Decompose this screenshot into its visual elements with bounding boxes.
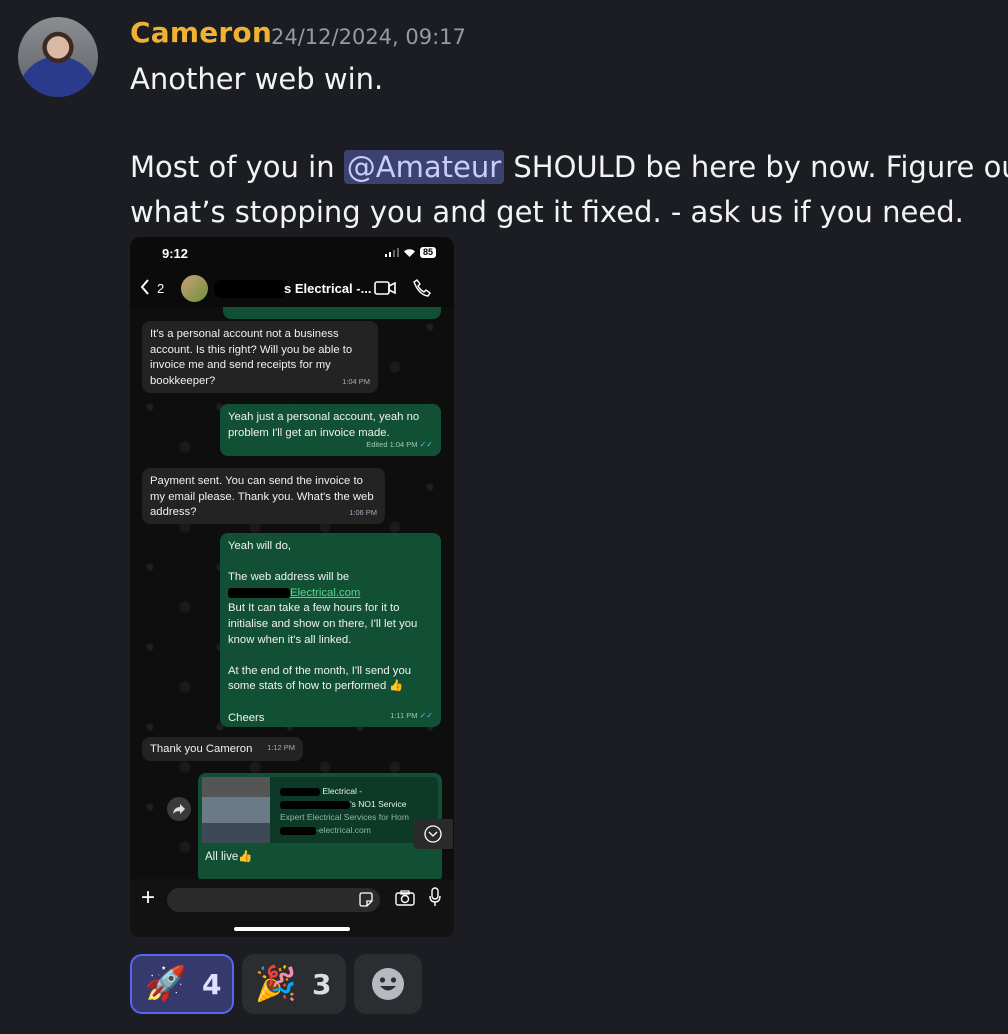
message-text: It's a personal account not a business a… — [150, 328, 353, 387]
message-time: 1:11 PM — [390, 711, 418, 721]
chat-input-bar: + — [130, 879, 454, 937]
plus-icon[interactable]: + — [141, 884, 155, 912]
message-line-1: Another web win. — [130, 62, 384, 96]
message-text: But It can take a few hours for it to in… — [228, 602, 418, 646]
message-time: Edited 1:04 PM — [366, 440, 418, 450]
user-avatar[interactable] — [18, 17, 98, 97]
message-text: SHOULD be here by now. Figure out — [504, 150, 1008, 184]
read-ticks-icon: ✓✓ — [419, 440, 433, 450]
chat-header: 2 s Electrical -... — [130, 271, 454, 307]
message-text: Payment sent. You can send the invoice t… — [150, 475, 374, 519]
link-preview-card[interactable]: Electrical - 's NO1 Service Expert Elect… — [202, 777, 438, 843]
website-link[interactable]: Electrical.com — [228, 587, 360, 599]
message-bubble-partial — [223, 307, 441, 319]
chevron-down-icon — [424, 825, 442, 843]
message-bubble-outgoing[interactable]: Yeah just a personal account, yeah no pr… — [220, 404, 441, 456]
redaction-mark — [280, 826, 316, 835]
message-line-2: Most of you in @Amateur SHOULD be here b… — [130, 150, 1008, 184]
reaction-party-popper[interactable]: 🎉 3 — [242, 954, 346, 1014]
attached-screenshot[interactable]: 9:12 85 2 s Electrical -... It's a perso… — [130, 237, 454, 937]
link-preview-bubble[interactable]: Electrical - 's NO1 Service Expert Elect… — [198, 773, 442, 879]
message-text: Most of you in — [130, 150, 344, 184]
microphone-icon[interactable] — [429, 887, 441, 907]
message-timestamp: 24/12/2024, 09:17 — [271, 25, 466, 49]
message-bubble-outgoing[interactable]: Yeah will do, The web address will be El… — [220, 533, 441, 727]
contact-name[interactable]: s Electrical -... — [284, 281, 371, 296]
scroll-down-button[interactable] — [413, 819, 453, 849]
preview-title: Electrical - — [322, 786, 363, 796]
message-text: Yeah just a personal account, yeah no pr… — [228, 411, 420, 439]
link-preview-text: Electrical - 's NO1 Service Expert Elect… — [280, 785, 409, 837]
party-popper-emoji-icon: 🎉 — [254, 964, 298, 1004]
message-time: 1:04 PM — [342, 377, 370, 387]
wifi-icon — [403, 248, 415, 257]
phone-time: 9:12 — [162, 246, 189, 261]
message-time: 1:12 PM — [267, 743, 295, 753]
preview-title: 's NO1 Service — [350, 799, 407, 809]
message-bubble-incoming[interactable]: It's a personal account not a business a… — [142, 321, 378, 393]
contact-avatar[interactable] — [181, 275, 208, 302]
message-text: Yeah will do, — [228, 540, 292, 552]
message-bubble-incoming[interactable]: Payment sent. You can send the invoice t… — [142, 468, 385, 524]
rocket-emoji-icon: 🚀 — [144, 964, 188, 1004]
message-meta: Edited 1:04 PM ✓✓ — [366, 437, 433, 453]
redaction-mark — [214, 280, 286, 298]
chat-area[interactable]: It's a personal account not a business a… — [130, 307, 454, 879]
website-thumbnail — [202, 777, 270, 843]
forward-button[interactable] — [167, 797, 191, 821]
battery-level: 85 — [419, 247, 436, 258]
home-indicator — [234, 927, 350, 931]
author-name[interactable]: Cameron — [130, 16, 272, 49]
message-text: The web address will be — [228, 571, 350, 584]
message-text: Thank you Cameron — [150, 743, 253, 755]
add-reaction-icon — [372, 968, 404, 1000]
message-meta: 1:11 PM ✓✓ — [390, 708, 433, 724]
redaction-mark — [280, 787, 320, 796]
forward-arrow-icon — [173, 804, 185, 814]
message-line-3: what’s stopping you and get it fixed. - … — [130, 195, 964, 229]
redaction-mark — [280, 800, 350, 809]
unread-count[interactable]: 2 — [157, 281, 164, 296]
preview-description: Expert Electrical Services for Hom — [280, 812, 409, 822]
reaction-rocket[interactable]: 🚀 4 — [130, 954, 234, 1014]
video-call-icon[interactable] — [374, 280, 396, 296]
reaction-count: 4 — [202, 967, 222, 1001]
add-reaction-button[interactable] — [354, 954, 422, 1014]
preview-domain: -electrical.com — [316, 825, 371, 835]
back-chevron-icon[interactable] — [140, 279, 150, 295]
sticker-icon[interactable] — [358, 892, 374, 908]
phone-call-icon[interactable] — [413, 279, 431, 297]
status-icons: 85 — [384, 247, 436, 258]
message-input[interactable] — [167, 888, 380, 912]
message-time: 1:06 PM — [349, 508, 377, 518]
message-text: All live👍 — [205, 851, 253, 863]
redaction-mark — [228, 587, 290, 598]
message-bubble-incoming[interactable]: Thank you Cameron 1:12 PM — [142, 737, 303, 761]
signal-icon — [384, 248, 399, 257]
phone-status-bar: 9:12 85 — [130, 237, 454, 271]
read-ticks-icon: ✓✓ — [419, 711, 433, 721]
camera-icon[interactable] — [395, 890, 415, 906]
role-mention[interactable]: @Amateur — [343, 150, 505, 184]
message-text: At the end of the month, I'll send you s… — [228, 664, 412, 693]
reaction-count: 3 — [312, 967, 332, 1001]
